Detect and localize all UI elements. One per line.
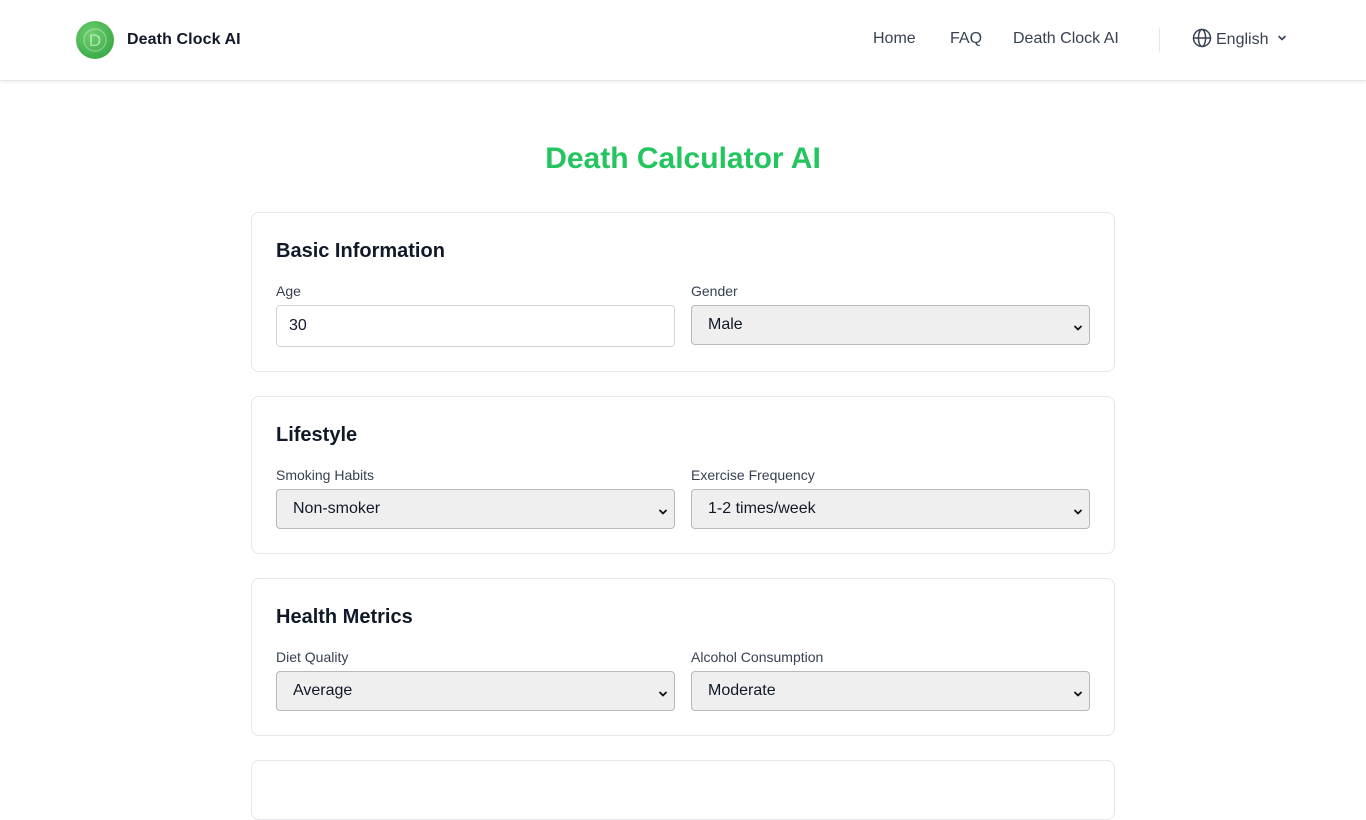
gender-label: Gender — [691, 283, 738, 299]
brand-name: Death Clock AI — [127, 31, 241, 48]
language-label: English — [1216, 31, 1269, 48]
select-value: Average — [293, 682, 353, 699]
health-metrics-card: Health Metrics Diet Quality Average Alco… — [251, 578, 1115, 736]
section-title: Basic Information — [276, 240, 445, 262]
chevron-down-icon — [1276, 31, 1288, 49]
diet-quality-label: Diet Quality — [276, 649, 349, 665]
chevron-down-icon — [658, 686, 668, 704]
select-value: 1-2 times/week — [708, 500, 816, 517]
alcohol-consumption-select[interactable]: Moderate — [691, 671, 1090, 711]
section-title: Health Metrics — [276, 606, 413, 628]
svg-text:D: D — [89, 31, 101, 50]
page-title: Death Calculator AI — [545, 142, 821, 175]
age-input[interactable] — [276, 305, 675, 347]
exercise-frequency-select[interactable]: 1-2 times/week — [691, 489, 1090, 529]
site-header: D Death Clock AI Home FAQ Death Clock AI… — [0, 0, 1366, 80]
nav-death-clock-ai[interactable]: Death Clock AI — [1013, 30, 1119, 48]
section-title: Lifestyle — [276, 424, 358, 446]
smoking-habits-select[interactable]: Non-smoker — [276, 489, 675, 529]
chevron-down-icon — [1073, 504, 1083, 522]
chevron-down-icon — [1073, 686, 1083, 704]
globe-icon — [1192, 28, 1212, 53]
chevron-down-icon — [658, 504, 668, 522]
smoking-habits-label: Smoking Habits — [276, 467, 375, 483]
select-value: Moderate — [708, 682, 776, 699]
select-value: Non-smoker — [293, 500, 381, 517]
next-section-card — [251, 760, 1115, 820]
lifestyle-card: Lifestyle Smoking Habits Non-smoker Exer… — [251, 396, 1115, 554]
chevron-down-icon — [1073, 320, 1083, 338]
brand[interactable]: D Death Clock AI — [76, 20, 241, 60]
nav-faq[interactable]: FAQ — [950, 30, 982, 48]
select-value: Male — [708, 316, 743, 333]
diet-quality-select[interactable]: Average — [276, 671, 675, 711]
basic-information-card: Basic Information Age Gender Male — [251, 212, 1115, 372]
nav-divider — [1159, 28, 1160, 52]
alcohol-consumption-label: Alcohol Consumption — [691, 649, 824, 665]
language-selector[interactable]: English — [1192, 28, 1288, 53]
logo-icon: D — [76, 21, 114, 59]
exercise-frequency-label: Exercise Frequency — [691, 467, 815, 483]
gender-select[interactable]: Male — [691, 305, 1090, 345]
nav-home[interactable]: Home — [873, 30, 916, 48]
age-label: Age — [276, 283, 301, 299]
